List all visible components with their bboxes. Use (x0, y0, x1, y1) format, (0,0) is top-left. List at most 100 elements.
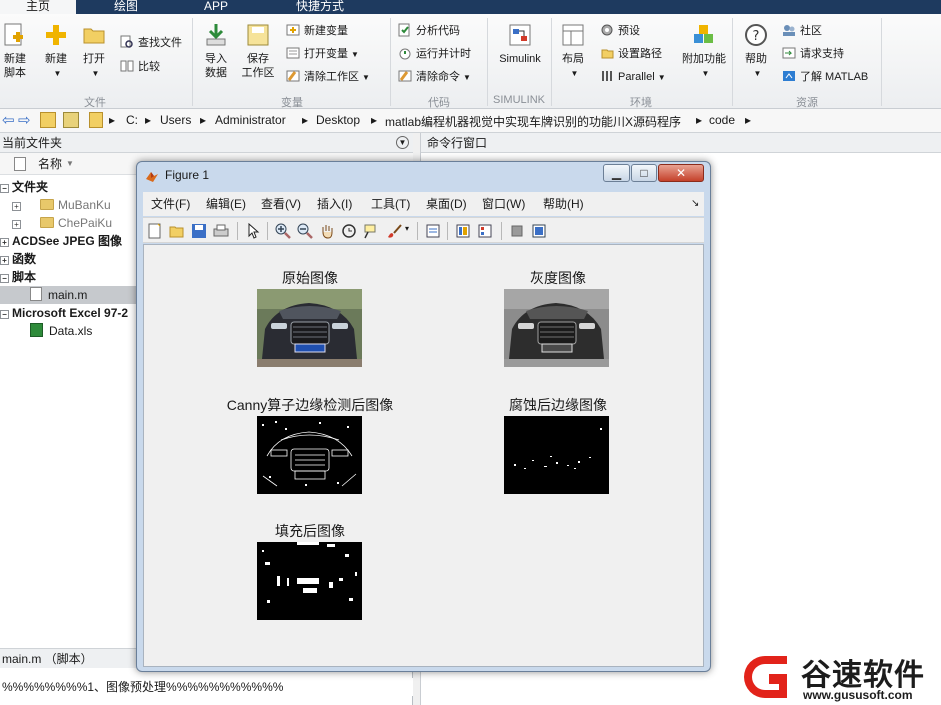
run-and-time-button[interactable]: 运行并计时 (398, 45, 471, 63)
up-folder-icon[interactable] (40, 112, 56, 128)
name-column-label: 名称 (38, 157, 63, 171)
community-button[interactable]: 社区 (782, 22, 822, 40)
find-files-button[interactable]: 查找文件 (120, 34, 182, 52)
request-support-button[interactable]: 请求支持 (782, 45, 844, 63)
save-workspace-button[interactable]: 保存 工作区 (238, 22, 278, 80)
panel-actions-icon[interactable]: ▼ (396, 136, 409, 149)
menu-file[interactable]: 文件(F) (151, 192, 190, 216)
open-variable-button[interactable]: 打开变量 ▼ (286, 45, 359, 63)
chevron-down-icon: ▼ (91, 69, 100, 78)
path-segment-drive[interactable]: C: (126, 113, 138, 127)
insert-legend-icon[interactable] (477, 223, 493, 239)
gear-icon (601, 24, 613, 36)
collapse-icon[interactable]: − (0, 274, 9, 283)
folder-icon (40, 199, 54, 210)
zoom-out-icon[interactable] (297, 223, 313, 239)
new-variable-button[interactable]: 新建变量 (286, 22, 348, 40)
tab-apps[interactable]: APP (178, 0, 254, 14)
data-cursor-icon[interactable] (363, 223, 379, 239)
brush-icon[interactable] (387, 223, 403, 239)
layout-button[interactable]: 布局 ▼ (553, 22, 593, 81)
add-ons-button[interactable]: 附加功能 ▼ (680, 22, 728, 81)
import-data-button[interactable]: 导入 数据 (196, 22, 236, 80)
rotate-3d-icon[interactable] (341, 223, 357, 239)
pan-hand-icon[interactable] (319, 223, 335, 239)
path-segment-administrator[interactable]: Administrator (215, 113, 286, 127)
tab-shortcuts[interactable]: 快捷方式 (270, 0, 370, 14)
variable-group-label: 变量 (281, 97, 303, 109)
expand-icon[interactable]: + (0, 256, 9, 265)
path-separator: ▸ (200, 113, 207, 127)
preferences-button[interactable]: 预设 (600, 22, 640, 40)
add-ons-icon (694, 25, 713, 43)
hide-plot-tools-icon[interactable] (509, 223, 525, 239)
forward-arrow-icon[interactable]: ⇨ (18, 111, 31, 129)
group-divider (732, 18, 733, 106)
open-button[interactable]: 打开 ▼ (74, 22, 114, 81)
collapse-icon[interactable]: − (0, 310, 9, 319)
add-ons-label: 附加功能 (682, 53, 726, 65)
code-group-label: 代码 (428, 97, 450, 109)
pointer-icon[interactable] (245, 223, 261, 239)
svg-text:?: ? (753, 29, 760, 44)
path-segment-code[interactable]: code (709, 113, 735, 127)
toolbar-separator (447, 222, 448, 240)
analyze-code-button[interactable]: 分析代码 (398, 22, 460, 40)
zoom-in-icon[interactable] (275, 223, 291, 239)
new-script-button[interactable]: 新建 脚本 (0, 22, 30, 80)
path-separator: ▸ (371, 113, 378, 127)
help-button[interactable]: ? 帮助 ▼ (736, 22, 776, 81)
figure-titlebar[interactable]: Figure 1 ▁ □ ✕ (137, 162, 710, 188)
menu-insert[interactable]: 插入(I) (317, 192, 352, 216)
set-path-button[interactable]: 设置路径 (600, 45, 662, 63)
path-segment-project[interactable]: matlab编程机器视觉中实现车牌识别的功能川X源码程序 (385, 113, 681, 130)
tab-home[interactable]: 主页 (0, 0, 76, 14)
group-divider (192, 18, 193, 106)
minimize-button[interactable]: ▁ (603, 164, 630, 182)
file-type-column-icon (14, 157, 26, 171)
menu-desktop[interactable]: 桌面(D) (426, 192, 467, 216)
expand-icon[interactable]: + (0, 238, 9, 247)
menu-edit[interactable]: 编辑(E) (206, 192, 246, 216)
open-file-icon[interactable] (169, 223, 185, 239)
close-button[interactable]: ✕ (658, 164, 704, 182)
brush-dropdown-icon[interactable]: ▾ (405, 224, 409, 233)
tab-plots[interactable]: 绘图 (90, 0, 162, 14)
menu-view[interactable]: 查看(V) (261, 192, 301, 216)
community-label: 社区 (800, 25, 822, 37)
expand-icon[interactable]: + (12, 202, 21, 211)
new-script-icon (4, 23, 23, 46)
maximize-button[interactable]: □ (631, 164, 657, 182)
grayscale-car-image (504, 289, 609, 367)
current-folder-title-text: 当前文件夹 (2, 136, 63, 150)
parallel-button[interactable]: Parallel ▼ (600, 68, 666, 86)
back-arrow-icon[interactable]: ⇦ (2, 111, 15, 129)
figure-canvas[interactable]: 原始图像 灰度图像 Canny算子边缘检测后图像 腐蚀后边缘图像 填充后图像 (143, 244, 704, 667)
collapse-icon[interactable]: − (0, 184, 9, 193)
set-path-label: 设置路径 (618, 48, 662, 60)
clear-commands-button[interactable]: 清除命令 ▼ (398, 68, 471, 86)
show-plot-tools-icon[interactable] (531, 223, 547, 239)
learn-matlab-button[interactable]: 了解 MATLAB (782, 68, 868, 86)
menu-tools[interactable]: 工具(T) (371, 192, 410, 216)
insert-colorbar-icon[interactable] (455, 223, 471, 239)
new-button[interactable]: 新建 ▼ (36, 22, 76, 81)
tree-label: ACDSee JPEG 图像 (12, 234, 123, 248)
simulink-button[interactable]: Simulink (494, 22, 546, 66)
link-plot-icon[interactable] (425, 223, 441, 239)
expand-icon[interactable]: + (12, 220, 21, 229)
simulink-label: Simulink (499, 53, 541, 65)
print-icon[interactable] (213, 223, 229, 239)
new-figure-icon[interactable] (147, 223, 163, 239)
menu-window[interactable]: 窗口(W) (482, 192, 525, 216)
menu-help[interactable]: 帮助(H) (543, 192, 584, 216)
path-segment-users[interactable]: Users (160, 113, 191, 127)
chevron-down-icon: ▼ (701, 69, 710, 78)
compare-button[interactable]: 比较 (120, 58, 160, 76)
preferences-label: 预设 (618, 25, 640, 37)
clear-workspace-button[interactable]: 清除工作区 ▼ (286, 68, 370, 86)
browse-folder-icon[interactable] (63, 112, 79, 128)
menubar-overflow-icon[interactable]: ↘ (691, 192, 699, 216)
save-icon[interactable] (191, 223, 207, 239)
path-segment-desktop[interactable]: Desktop (316, 113, 360, 127)
